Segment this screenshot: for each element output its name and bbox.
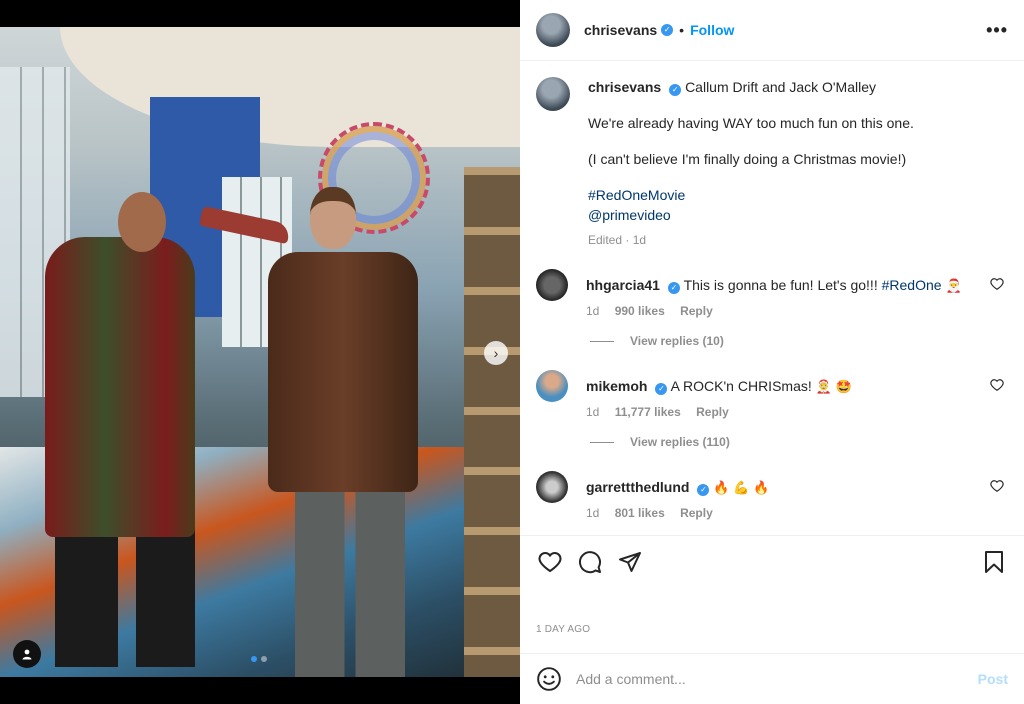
comment-username[interactable]: garrettthedlund: [586, 479, 689, 495]
carousel-dot: [261, 656, 267, 662]
like-comment-heart-icon[interactable]: [990, 378, 1004, 392]
carousel-indicator: [251, 656, 267, 662]
author-avatar[interactable]: [536, 13, 570, 47]
comment-item: garrettthedlund ✓ 🔥 💪 🔥 1d 801 likes Repl…: [536, 471, 1008, 520]
commenter-avatar[interactable]: [536, 269, 568, 301]
reply-button[interactable]: Reply: [680, 506, 713, 520]
post-photo[interactable]: [0, 27, 520, 677]
tagged-users-button[interactable]: [13, 640, 41, 668]
photo-person-right: [268, 252, 418, 492]
carousel-dot: [251, 656, 257, 662]
header-separator: •: [679, 22, 685, 38]
comment-hashtag-link[interactable]: #RedOne: [882, 277, 942, 293]
comments-section[interactable]: chrisevans ✓ Callum Drift and Jack O'Mall…: [520, 61, 1024, 535]
view-replies-button[interactable]: View replies (110): [590, 435, 1008, 449]
comment-text: A ROCK'n CHRISmas!: [670, 378, 816, 394]
verified-badge-icon: ✓: [669, 84, 682, 96]
caption-hashtag-link[interactable]: #RedOneMovie: [588, 185, 1008, 205]
caption-username[interactable]: chrisevans: [588, 79, 661, 95]
comment-item: mikemoh ✓ A ROCK'n CHRISmas! 🤶 🤩 1d 11,77…: [536, 370, 1008, 419]
comment-time: 1d: [586, 405, 600, 419]
photo-person-left-legs: [55, 527, 195, 667]
photo-person-right-legs: [295, 482, 405, 677]
post-panel: chrisevans ✓ • Follow ••• chrisevans ✓ Ca…: [520, 0, 1024, 704]
add-comment-bar: Post: [520, 653, 1024, 704]
post-media[interactable]: ›: [0, 0, 520, 704]
user-icon: [22, 649, 32, 660]
verified-badge-icon: ✓: [667, 282, 680, 294]
comment-time: 1d: [586, 506, 600, 520]
carousel-next-button[interactable]: ›: [484, 341, 508, 365]
post-comment-button[interactable]: Post: [978, 671, 1008, 687]
view-replies-line: [590, 340, 614, 342]
reply-button[interactable]: Reply: [680, 304, 713, 318]
comment-likes[interactable]: 801 likes: [615, 506, 665, 520]
caption-mention-link[interactable]: @primevideo: [588, 205, 1008, 225]
photo-person-right-head: [310, 187, 356, 249]
like-comment-heart-icon[interactable]: [990, 277, 1004, 291]
caption-avatar[interactable]: [536, 77, 570, 111]
comment-emoji: 🔥 💪 🔥: [713, 480, 770, 495]
post-header: chrisevans ✓ • Follow •••: [520, 0, 1024, 61]
caption: chrisevans ✓ Callum Drift and Jack O'Mall…: [536, 77, 1008, 247]
caption-edited: Edited · 1d: [588, 233, 647, 247]
post-actions: 1 DAY AGO: [520, 535, 1024, 653]
bookmark-icon: [985, 551, 1003, 573]
caption-line: We're already having WAY too much fun on…: [588, 115, 914, 131]
photo-person-left: [45, 237, 195, 537]
comment-likes[interactable]: 990 likes: [615, 304, 665, 318]
comment-likes[interactable]: 11,777 likes: [615, 405, 681, 419]
chevron-right-icon: ›: [493, 345, 499, 361]
photo-person-left-head: [118, 192, 166, 252]
reply-button[interactable]: Reply: [696, 405, 729, 419]
save-button[interactable]: [980, 548, 1008, 576]
like-button[interactable]: [536, 548, 564, 576]
paper-plane-icon: [619, 552, 641, 572]
share-button[interactable]: [616, 548, 644, 576]
heart-icon: [538, 552, 562, 573]
caption-title: Callum Drift and Jack O'Malley: [685, 79, 877, 95]
comment-username[interactable]: mikemoh: [586, 378, 647, 394]
comment-bubble-icon: [579, 551, 601, 574]
comment-item: hhgarcia41 ✓ This is gonna be fun! Let's …: [536, 269, 1008, 318]
like-comment-heart-icon[interactable]: [990, 479, 1004, 493]
commenter-avatar[interactable]: [536, 471, 568, 503]
author-username[interactable]: chrisevans: [584, 22, 657, 38]
view-replies-line: [590, 441, 614, 443]
view-replies-label: View replies (10): [630, 334, 724, 348]
caption-line: (I can't believe I'm finally doing a Chr…: [588, 151, 907, 167]
photo-ceiling: [60, 27, 520, 147]
comment-emoji: 🤶 🤩: [815, 379, 852, 394]
photo-shelf: [464, 167, 520, 677]
comment-input[interactable]: [576, 671, 978, 687]
more-options-icon[interactable]: •••: [986, 20, 1008, 41]
verified-badge-icon: ✓: [655, 383, 668, 395]
comment-text: This is gonna be fun! Let's go!!!: [683, 277, 882, 293]
view-replies-label: View replies (110): [630, 435, 730, 449]
emoji-smiley-icon[interactable]: [536, 666, 562, 692]
comment-emoji: 🎅: [945, 278, 962, 293]
verified-badge-icon: ✓: [697, 484, 710, 496]
view-replies-button[interactable]: View replies (10): [590, 334, 1008, 348]
post-date[interactable]: 1 DAY AGO: [536, 624, 590, 635]
follow-button[interactable]: Follow: [690, 22, 734, 38]
comment-button[interactable]: [576, 548, 604, 576]
verified-badge-icon: ✓: [661, 24, 674, 36]
commenter-avatar[interactable]: [536, 370, 568, 402]
comment-username[interactable]: hhgarcia41: [586, 277, 660, 293]
comment-time: 1d: [586, 304, 600, 318]
